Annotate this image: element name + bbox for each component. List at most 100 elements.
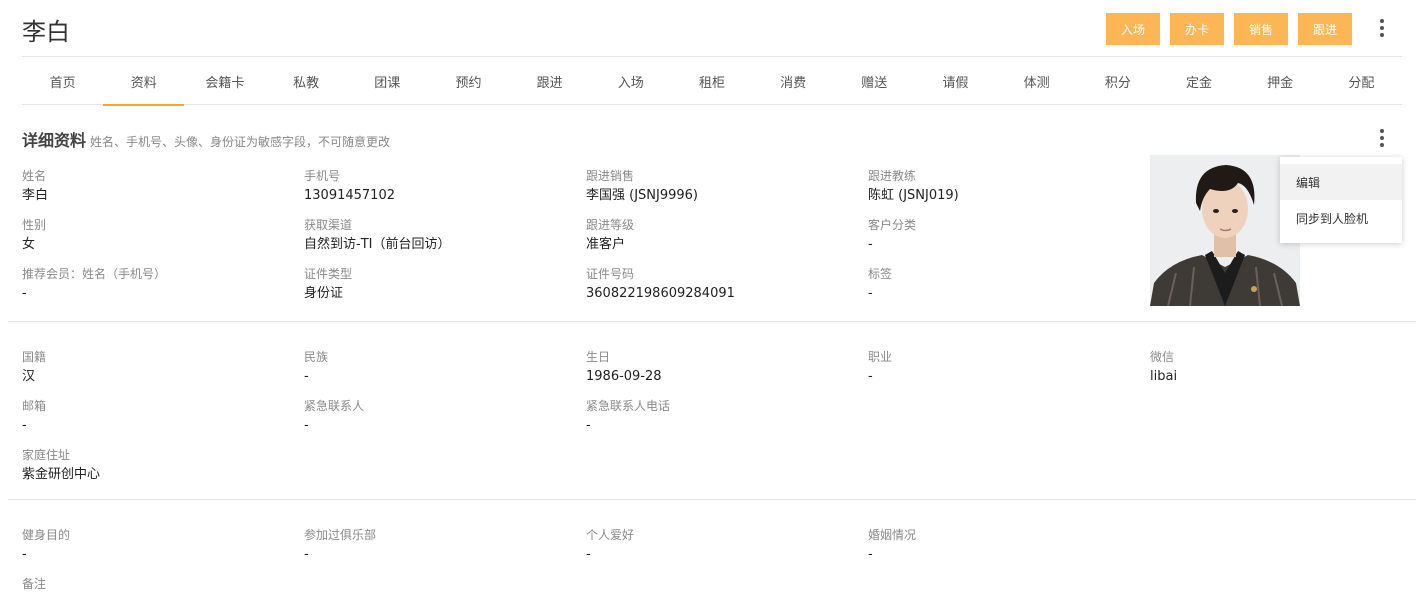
- tab-follow-up[interactable]: 跟进: [509, 58, 590, 105]
- field-label: 生日: [586, 350, 611, 364]
- field-label: 职业: [868, 350, 893, 364]
- field-label: 证件号码: [586, 267, 635, 281]
- field-label: 跟进教练: [868, 169, 917, 183]
- field-label: 家庭住址: [22, 448, 71, 462]
- field-fitness-goal: 健身目的 -: [22, 527, 70, 564]
- edit-menu-item[interactable]: 编辑: [1280, 164, 1402, 200]
- field-wechat: 微信 libai: [1150, 349, 1177, 386]
- field-value: -: [868, 547, 873, 562]
- tab-checkin[interactable]: 入场: [590, 58, 671, 105]
- tab-points[interactable]: 积分: [1077, 58, 1158, 105]
- section-divider: [8, 499, 1416, 500]
- tab-gift[interactable]: 赠送: [834, 58, 915, 105]
- field-channel: 获取渠道 自然到访-TI（前台回访）: [304, 217, 450, 254]
- field-label: 民族: [304, 350, 329, 364]
- field-label: 姓名: [22, 169, 47, 183]
- field-level: 跟进等级 准客户: [586, 217, 634, 254]
- tab-group-class[interactable]: 团课: [347, 58, 428, 105]
- field-id-number: 证件号码 360822198609284091: [586, 266, 735, 303]
- field-value: 女: [22, 237, 36, 252]
- tab-guarantee[interactable]: 押金: [1240, 58, 1321, 105]
- field-value: -: [304, 418, 309, 433]
- section-divider: [8, 321, 1416, 322]
- field-label: 备注: [22, 577, 47, 591]
- field-label: 国籍: [22, 350, 47, 364]
- field-previous-club: 参加过俱乐部 -: [304, 527, 376, 564]
- field-value: libai: [1150, 369, 1178, 384]
- field-remark: 备注: [22, 576, 46, 595]
- field-emergency-contact: 紧急联系人 -: [304, 398, 364, 435]
- tab-locker[interactable]: 租柜: [671, 58, 752, 105]
- field-name: 姓名 李白: [22, 168, 48, 205]
- section-more-icon[interactable]: [1372, 127, 1392, 149]
- field-id-type: 证件类型 身份证: [304, 266, 352, 303]
- field-label: 性别: [22, 218, 47, 232]
- field-phone: 手机号 13091457102: [304, 168, 395, 205]
- follow-up-button[interactable]: 跟进: [1298, 13, 1352, 45]
- field-label: 标签: [868, 267, 893, 281]
- field-value: 李国强 (JSNJ9996): [586, 188, 699, 203]
- field-category: 客户分类 -: [868, 217, 916, 254]
- field-value: 13091457102: [304, 188, 395, 203]
- field-value: -: [304, 547, 309, 562]
- field-label: 微信: [1150, 350, 1175, 364]
- field-value: -: [868, 369, 873, 384]
- field-value: -: [586, 547, 591, 562]
- field-label: 手机号: [304, 169, 341, 183]
- field-label: 婚姻情况: [868, 528, 917, 542]
- field-value: -: [22, 547, 27, 562]
- field-value: 准客户: [586, 237, 626, 252]
- tab-consumption[interactable]: 消费: [753, 58, 834, 105]
- tab-home[interactable]: 首页: [22, 58, 103, 105]
- tab-deposit[interactable]: 定金: [1158, 58, 1239, 105]
- field-value: 紫金研创中心: [22, 467, 101, 482]
- tab-membership-card[interactable]: 会籍卡: [184, 58, 265, 105]
- more-vertical-icon[interactable]: [1372, 17, 1392, 39]
- context-menu: 编辑 同步到人脸机: [1280, 157, 1402, 243]
- field-label: 紧急联系人: [304, 399, 365, 413]
- field-value: -: [868, 237, 873, 252]
- field-ethnicity: 民族 -: [304, 349, 328, 386]
- issue-card-button[interactable]: 办卡: [1170, 13, 1224, 45]
- field-label: 个人爱好: [586, 528, 635, 542]
- field-value: -: [304, 369, 309, 384]
- field-label: 推荐会员：姓名（手机号）: [22, 267, 167, 281]
- field-coach: 跟进教练 陈虹 (JSNJ019): [868, 168, 959, 205]
- field-birthday: 生日 1986-09-28: [586, 349, 662, 386]
- field-value: 1986-09-28: [586, 369, 662, 384]
- field-value: 自然到访-TI（前台回访）: [304, 237, 451, 252]
- field-value: 李白: [22, 188, 49, 203]
- tab-bar: 首页 资料 会籍卡 私教 团课 预约 跟进 入场 租柜 消费 赠送 请假 体测 …: [22, 58, 1402, 106]
- field-nationality: 国籍 汉: [22, 349, 46, 386]
- sales-button[interactable]: 销售: [1234, 13, 1288, 45]
- field-label: 获取渠道: [304, 218, 353, 232]
- field-job: 职业 -: [868, 349, 892, 386]
- field-value: 360822198609284091: [586, 286, 735, 301]
- field-value: 汉: [22, 369, 36, 384]
- tab-profile[interactable]: 资料: [103, 58, 185, 106]
- field-value: 陈虹 (JSNJ019): [868, 188, 959, 203]
- page-title: 李白: [22, 18, 70, 46]
- field-label: 健身目的: [22, 528, 71, 542]
- action-bar: 入场 办卡 销售 跟进: [1106, 13, 1352, 45]
- field-hobby: 个人爱好 -: [586, 527, 634, 564]
- tab-body-test[interactable]: 体测: [996, 58, 1077, 105]
- tab-assign[interactable]: 分配: [1321, 58, 1402, 105]
- checkin-button[interactable]: 入场: [1106, 13, 1160, 45]
- field-label: 参加过俱乐部: [304, 528, 377, 542]
- sync-face-device-menu-item[interactable]: 同步到人脸机: [1280, 200, 1402, 236]
- field-label: 邮箱: [22, 399, 47, 413]
- tab-private-training[interactable]: 私教: [266, 58, 347, 105]
- field-label: 证件类型: [304, 267, 353, 281]
- field-value: -: [22, 286, 27, 301]
- field-referrer: 推荐会员：姓名（手机号） -: [22, 266, 166, 303]
- field-value: -: [868, 286, 873, 301]
- field-gender: 性别 女: [22, 217, 46, 254]
- field-label: 跟进等级: [586, 218, 635, 232]
- field-emergency-phone: 紧急联系人电话 -: [586, 398, 670, 435]
- section-header: 详细资料 姓名、手机号、头像、身份证为敏感字段，不可随意更改: [22, 127, 390, 151]
- tab-booking[interactable]: 预约: [428, 58, 509, 105]
- field-marriage: 婚姻情况 -: [868, 527, 916, 564]
- tab-leave[interactable]: 请假: [915, 58, 996, 105]
- field-sales: 跟进销售 李国强 (JSNJ9996): [586, 168, 698, 205]
